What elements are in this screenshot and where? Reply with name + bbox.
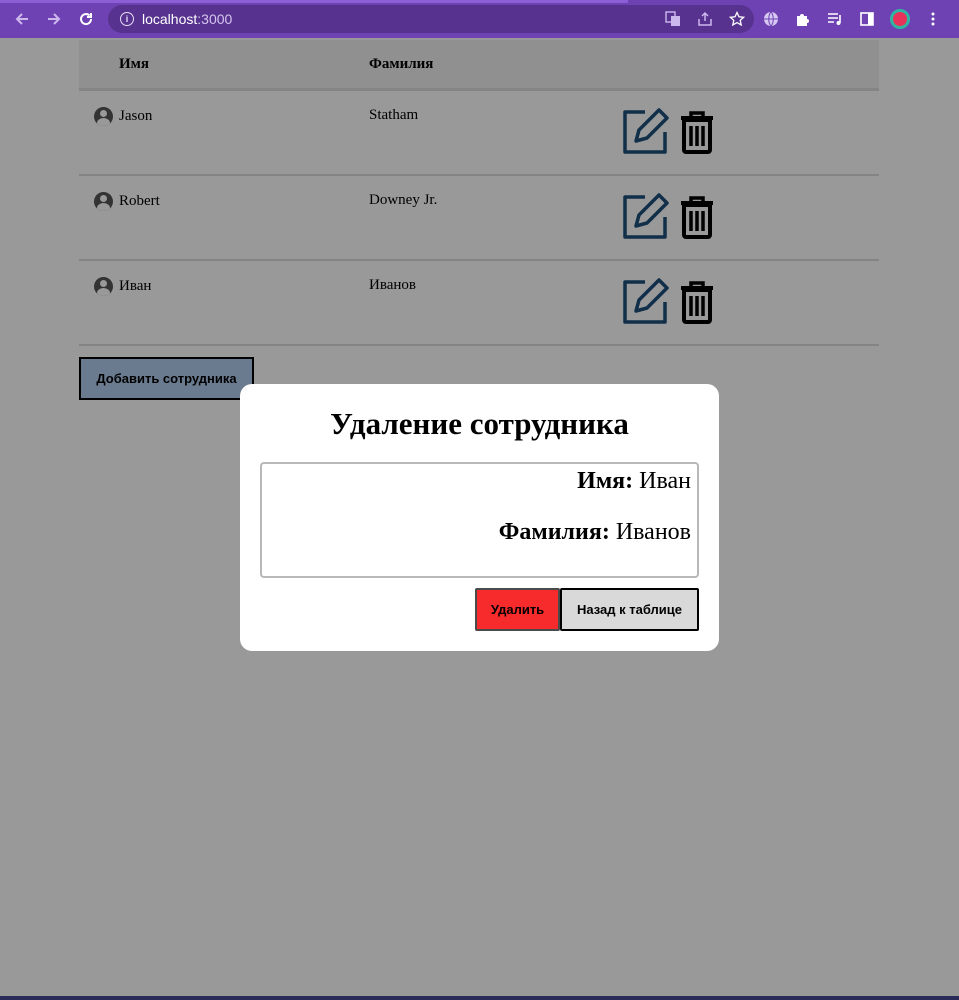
media-icon[interactable] [826, 10, 844, 28]
puzzle-icon[interactable] [794, 10, 812, 28]
share-icon[interactable] [696, 10, 714, 28]
surname-value: Иванов [615, 519, 691, 545]
modal-actions: Удалить Назад к таблице [475, 588, 699, 631]
profile-avatar[interactable] [890, 9, 910, 29]
sidepanel-icon[interactable] [858, 10, 876, 28]
delete-employee-modal: Удаление сотрудника Имя: Иван Фамилия: И… [240, 384, 719, 651]
info-icon[interactable]: i [120, 12, 134, 26]
translate-icon[interactable] [664, 10, 682, 28]
back-arrow-icon[interactable] [6, 0, 38, 38]
modal-title: Удаление сотрудника [330, 406, 629, 441]
surname-label: Фамилия: [498, 519, 610, 545]
globe-icon[interactable] [762, 10, 780, 28]
loading-progress [0, 0, 628, 3]
confirm-delete-button[interactable]: Удалить [475, 588, 560, 631]
back-to-table-button[interactable]: Назад к таблице [560, 588, 699, 631]
reload-icon[interactable] [70, 0, 102, 38]
browser-toolbar: i localhost:3000 [0, 0, 959, 38]
name-line: Имя: Иван [577, 468, 691, 495]
name-label: Имя: [577, 468, 634, 494]
url-port: :3000 [197, 11, 233, 27]
star-icon[interactable] [728, 10, 746, 28]
surname-line: Фамилия: Иванов [499, 519, 691, 546]
window-bottom-edge [0, 996, 959, 1000]
employee-info-box: Имя: Иван Фамилия: Иванов [260, 462, 699, 578]
address-bar[interactable]: i localhost:3000 [108, 5, 754, 33]
forward-arrow-icon[interactable] [38, 0, 70, 38]
name-value: Иван [639, 468, 691, 494]
url-host: localhost [142, 11, 198, 27]
menu-dots-icon[interactable] [924, 10, 942, 28]
